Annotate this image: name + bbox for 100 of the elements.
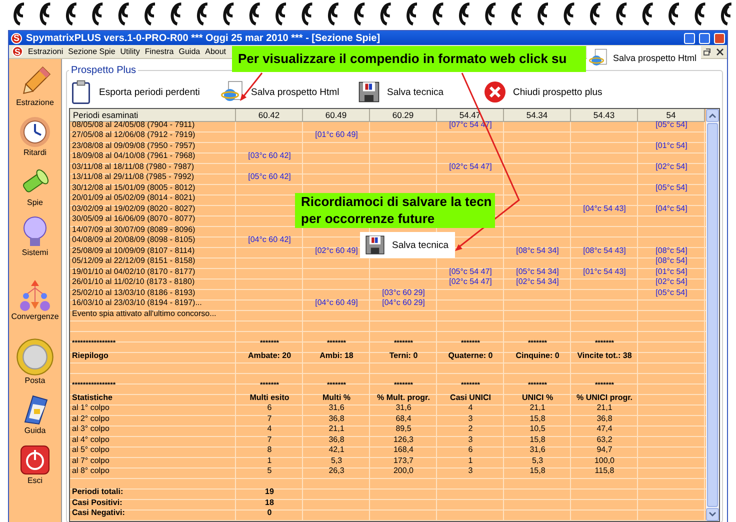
table-cell-text: Casi UNICI [449, 392, 492, 403]
table-cell-text: Casi Positivi: [71, 498, 124, 508]
column-header[interactable]: Periodi esaminati [70, 109, 236, 122]
close-button[interactable] [714, 32, 725, 44]
sidebar-item[interactable]: Convergenze [11, 263, 59, 321]
sidebar-item[interactable]: Spie [19, 163, 51, 207]
sidebar-item[interactable]: Estrazione [16, 63, 54, 107]
table-cell-text: 03/02/09 al 19/02/09 (8020 - 8027) [71, 204, 196, 214]
table-cell-text: Ambate: 20 [246, 350, 292, 361]
table-cell-text: al 1° colpo [71, 403, 110, 414]
column-header[interactable]: 54 [638, 109, 705, 122]
table-cell-text: 1 [467, 456, 474, 466]
column-header[interactable]: 54.47 [437, 109, 504, 122]
table-cell-text: 30/05/09 al 16/06/09 (8070 - 8077) [71, 214, 196, 224]
table-cell-text: Quaterne: 0 [447, 350, 494, 361]
app-logo: S [11, 32, 22, 44]
close-icon[interactable] [716, 48, 724, 56]
callout-text: per occorrenze future [301, 210, 436, 227]
table-cell-text: 21,1 [328, 424, 346, 434]
table-cell-text: [02°c 60 49] [314, 246, 359, 256]
column-header[interactable]: 60.42 [236, 109, 303, 122]
table-cell-text: 6 [467, 445, 474, 456]
table-cell-text: 3 [467, 466, 474, 476]
table-cell-text: 31,6 [328, 403, 346, 414]
table-cell-text: 21,1 [596, 403, 614, 414]
table-cell-text: 25/08/09 al 10/09/09 (8107 - 8114) [71, 246, 196, 256]
sidebar-item[interactable]: Ritardi [19, 113, 51, 157]
table-cell-text: [04°c 60 49] [314, 298, 359, 308]
table-cell-text: 19/01/10 al 04/02/10 (8170 - 8177) [71, 266, 196, 277]
table-cell-text: 27/05/08 al 12/06/08 (7912 - 7919) [71, 130, 196, 140]
menu-item[interactable]: Estrazioni [28, 47, 64, 56]
table-cell-text: [04°c 60 42] [247, 235, 292, 246]
callout-text: Per visualizzare il compendio in formato web click su [238, 50, 568, 68]
toolbar-button[interactable]: Chiudi prospetto plus [483, 80, 602, 104]
column-header[interactable]: 54.34 [504, 109, 571, 122]
menu-item[interactable]: Utility [120, 47, 140, 56]
column-header[interactable]: 54.43 [571, 109, 638, 122]
table-cell-text: 36,8 [596, 414, 614, 424]
caret-down-icon [709, 512, 716, 517]
table-cell-text: 3 [467, 414, 474, 424]
table-cell-text: 03/11/08 al 18/11/08 (7980 - 7987) [71, 162, 196, 172]
panel-title: Prospetto Plus [70, 65, 138, 76]
sidebar-item[interactable]: Guida [19, 391, 51, 435]
maximize-button[interactable] [699, 32, 710, 44]
column-header[interactable]: 60.29 [370, 109, 437, 122]
scrollbar-thumb[interactable] [707, 123, 718, 507]
column-header[interactable]: 60.49 [303, 109, 370, 122]
table-cell-text: 89,5 [394, 424, 412, 434]
table-cell-text: 126,3 [392, 434, 415, 445]
floppy-icon [364, 234, 386, 256]
sidebar-item[interactable]: Esci [19, 441, 51, 485]
table-cell-text: 173,7 [392, 456, 415, 466]
coin-icon [16, 338, 54, 376]
table-cell-text: [05°c 54 47] [448, 266, 493, 277]
table-cell-text: 26,3 [328, 466, 346, 476]
table-cell-text: 7 [266, 414, 273, 424]
table-cell-text: [05°c 60 42] [247, 172, 292, 182]
table-cell-text: 13/11/08 al 29/11/08 (7985 - 7992) [71, 172, 196, 182]
table-cell-text: Statistiche [71, 392, 114, 403]
scroll-down-button[interactable] [706, 508, 719, 521]
scroll-up-button[interactable] [706, 109, 719, 122]
menu-item[interactable]: Sezione Spie [68, 47, 116, 56]
table-cell-text: [02°c 54] [654, 162, 688, 172]
diagram-icon [19, 280, 51, 312]
table-cell-text: al 2° colpo [71, 414, 110, 424]
toolbar-button[interactable]: Salva prospetto Html [221, 80, 357, 104]
table-cell-text: 200,0 [392, 466, 415, 476]
table-cell-text: 36,8 [328, 434, 346, 445]
sidebar-item[interactable]: Posta [16, 327, 54, 385]
table-cell-text: 04/08/09 al 20/08/09 (8098 - 8105) [71, 235, 196, 246]
table-cell-text: Vincite tot.: 38 [576, 350, 633, 361]
table-cell-text: 1 [266, 456, 273, 466]
table-cell-text: 4 [467, 403, 474, 414]
table-cell-text: al 3° colpo [71, 424, 110, 434]
table-cell-text: 63,2 [596, 434, 614, 445]
table-cell-text: Multi % [322, 392, 352, 403]
table-cell-text: 26/01/10 al 11/02/10 (8173 - 8180) [71, 277, 196, 288]
table-cell-text: 0 [266, 508, 273, 518]
table-cell-text: 21,1 [528, 403, 546, 414]
table-cell-text: 42,1 [328, 445, 346, 456]
table-cell-text: [01°c 54 43] [582, 266, 627, 277]
table-cell-text: 5 [266, 466, 273, 476]
menu-item[interactable]: Guida [178, 47, 200, 56]
restore-icon[interactable] [703, 48, 711, 56]
sidebar-item[interactable]: Sistemi [19, 213, 51, 257]
table-cell-text: al 4° colpo [71, 434, 110, 445]
table-cell-text: [02°c 54] [654, 277, 688, 288]
window-title: SpymatrixPLUS vers.1-0-PRO-R00 *** Oggi 25 mar 2010 *** - [Sezione Spie] [26, 32, 380, 44]
menu-item[interactable]: About [205, 47, 226, 56]
table-cell-text: [08°c 54 34] [515, 246, 560, 256]
table-cell-text: Cinquine: 0 [514, 350, 560, 361]
callout-button[interactable]: Salva tecnica [360, 232, 455, 258]
minimize-button[interactable] [684, 32, 695, 44]
table-cell-text: 8 [266, 445, 273, 456]
table-cell-text: 08/05/08 al 24/05/08 (7904 - 7911) [71, 120, 196, 130]
table-cell-text: al 5° colpo [71, 445, 110, 456]
menu-item[interactable]: Finestra [144, 47, 174, 56]
toolbar-button[interactable]: Salva tecnica [357, 80, 483, 104]
table-cell-text: 36,8 [328, 414, 346, 424]
toolbar-button[interactable]: Esporta periodi perdenti [69, 80, 221, 104]
